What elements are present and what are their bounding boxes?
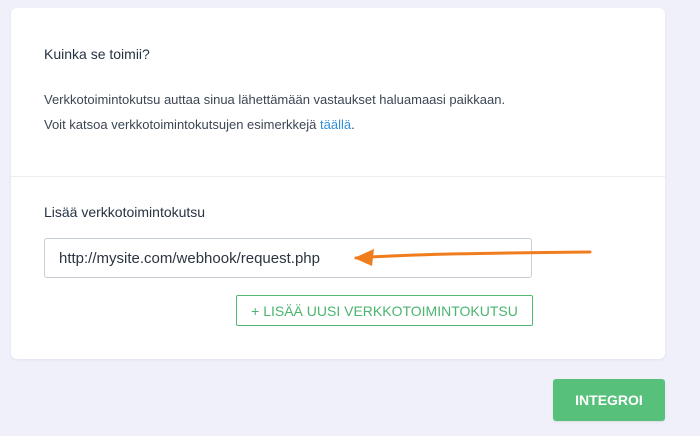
arrow-annotation-icon: [354, 249, 592, 266]
how-it-works-section: Kuinka se toimii? Verkkotoimintokutsu au…: [11, 8, 665, 177]
add-webhook-button[interactable]: + LISÄÄ UUSI VERKKOTOIMINTOKUTSU: [236, 295, 533, 326]
webhook-card: Kuinka se toimii? Verkkotoimintokutsu au…: [11, 8, 665, 359]
add-webhook-title: Lisää verkkotoimintokutsu: [44, 204, 206, 220]
integrate-button[interactable]: INTEGROI: [553, 379, 665, 421]
description-line-2-prefix: Voit katsoa verkkotoimintokutsujen esime…: [44, 117, 321, 132]
description-line-2: Voit katsoa verkkotoimintokutsujen esime…: [44, 117, 355, 132]
description-line-2-suffix: .: [351, 117, 355, 132]
examples-link[interactable]: täällä: [320, 117, 351, 132]
how-it-works-title: Kuinka se toimii?: [44, 46, 150, 62]
description-line-1: Verkkotoimintokutsu auttaa sinua lähettä…: [44, 92, 506, 107]
